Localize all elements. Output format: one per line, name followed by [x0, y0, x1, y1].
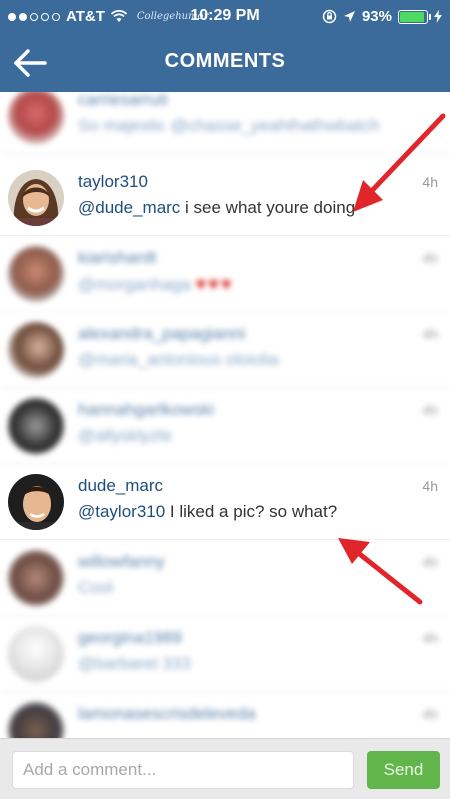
comment-username[interactable]: willowfanny [78, 552, 165, 572]
battery-icon [398, 9, 431, 24]
nav-bar: COMMENTS [0, 34, 450, 92]
comment-username[interactable]: dude_marc [78, 476, 163, 496]
avatar[interactable] [8, 626, 64, 682]
comment-body: I liked a pic? so what? [165, 502, 338, 521]
comment-row[interactable]: hannahgarlkowski @allysklyzle 4h [0, 388, 450, 464]
comment-text: @barbarel 333 [78, 654, 191, 673]
comment-username[interactable]: georgina1989 [78, 628, 182, 648]
status-right: 93% [322, 8, 442, 25]
comment-username[interactable]: carriesarruti [78, 92, 168, 110]
page-title: COMMENTS [164, 50, 286, 72]
avatar[interactable] [8, 92, 64, 144]
mention-link[interactable]: @taylor310 [78, 502, 165, 521]
comment-username[interactable]: alexandra_papagianni [78, 324, 245, 344]
avatar-photo [8, 170, 64, 226]
comment-time: 4h [422, 554, 438, 570]
comment-time: 4h [422, 250, 438, 266]
battery-level [400, 11, 425, 22]
comment-body: @morganhaga [78, 275, 191, 294]
comment-row[interactable]: carriesarruti So majestic @chasse_yeahth… [0, 92, 450, 154]
heart-emoji: ♥♥♥ [195, 274, 234, 294]
comment-body: i see what youre doing [180, 198, 356, 217]
comment-username[interactable]: lamonasescrisdeleveda [78, 704, 256, 724]
location-arrow-icon [343, 11, 355, 22]
comment-text: @maria_antonious oloiolia [78, 350, 279, 369]
comment-time: 4h [422, 706, 438, 722]
comment-row[interactable]: taylor310 @dude_marc i see what youre do… [0, 160, 450, 236]
app-screen: AT&T Collegehumor 10:29 PM 93% COMMENTS … [0, 0, 450, 799]
avatar[interactable] [8, 474, 64, 530]
comment-text: @morganhaga ♥♥♥ [78, 274, 234, 295]
battery-percent: 93% [361, 8, 392, 25]
comment-row[interactable]: georgina1989 @barbarel 333 4h [0, 616, 450, 692]
comment-username[interactable]: kiarishardt [78, 248, 156, 268]
comment-text: @allysklyzle [78, 426, 172, 445]
comment-row[interactable]: dude_marc @taylor310 I liked a pic? so w… [0, 464, 450, 540]
comment-text: @dude_marc i see what youre doing [78, 198, 355, 218]
status-bar: AT&T Collegehumor 10:29 PM 93% [0, 0, 450, 34]
mention-link[interactable]: @dude_marc [78, 198, 180, 217]
comment-text: So majestic @chasse_yeahthathwbatch [78, 116, 380, 135]
comment-row[interactable]: kiarishardt @morganhaga ♥♥♥ 4h [0, 236, 450, 312]
avatar[interactable] [8, 550, 64, 606]
comment-time: 4h [422, 630, 438, 646]
comment-text: Cool [78, 578, 113, 597]
send-button[interactable]: Send [367, 751, 440, 789]
avatar-photo [8, 474, 64, 530]
avatar[interactable] [8, 170, 64, 226]
charging-bolt-icon [434, 10, 442, 23]
rotation-lock-icon [322, 9, 337, 24]
avatar[interactable] [8, 246, 64, 302]
comment-text: @taylor310 I liked a pic? so what? [78, 502, 337, 522]
comment-time: 4h [422, 478, 438, 494]
comment-time: 4h [422, 174, 438, 190]
comment-input[interactable] [12, 751, 354, 789]
avatar[interactable] [8, 322, 64, 378]
comment-bar: Send [0, 738, 450, 799]
comment-time: 4h [422, 326, 438, 342]
comment-row[interactable]: lamonasescrisdeleveda 4h [0, 692, 450, 738]
comment-username[interactable]: hannahgarlkowski [78, 400, 214, 420]
comment-row[interactable]: alexandra_papagianni @maria_antonious ol… [0, 312, 450, 388]
comment-username[interactable]: taylor310 [78, 172, 148, 192]
comment-row[interactable]: willowfanny Cool 4h [0, 540, 450, 616]
avatar[interactable] [8, 702, 64, 738]
avatar[interactable] [8, 398, 64, 454]
comment-time: 4h [422, 402, 438, 418]
comment-list: carriesarruti So majestic @chasse_yeahth… [0, 92, 450, 738]
